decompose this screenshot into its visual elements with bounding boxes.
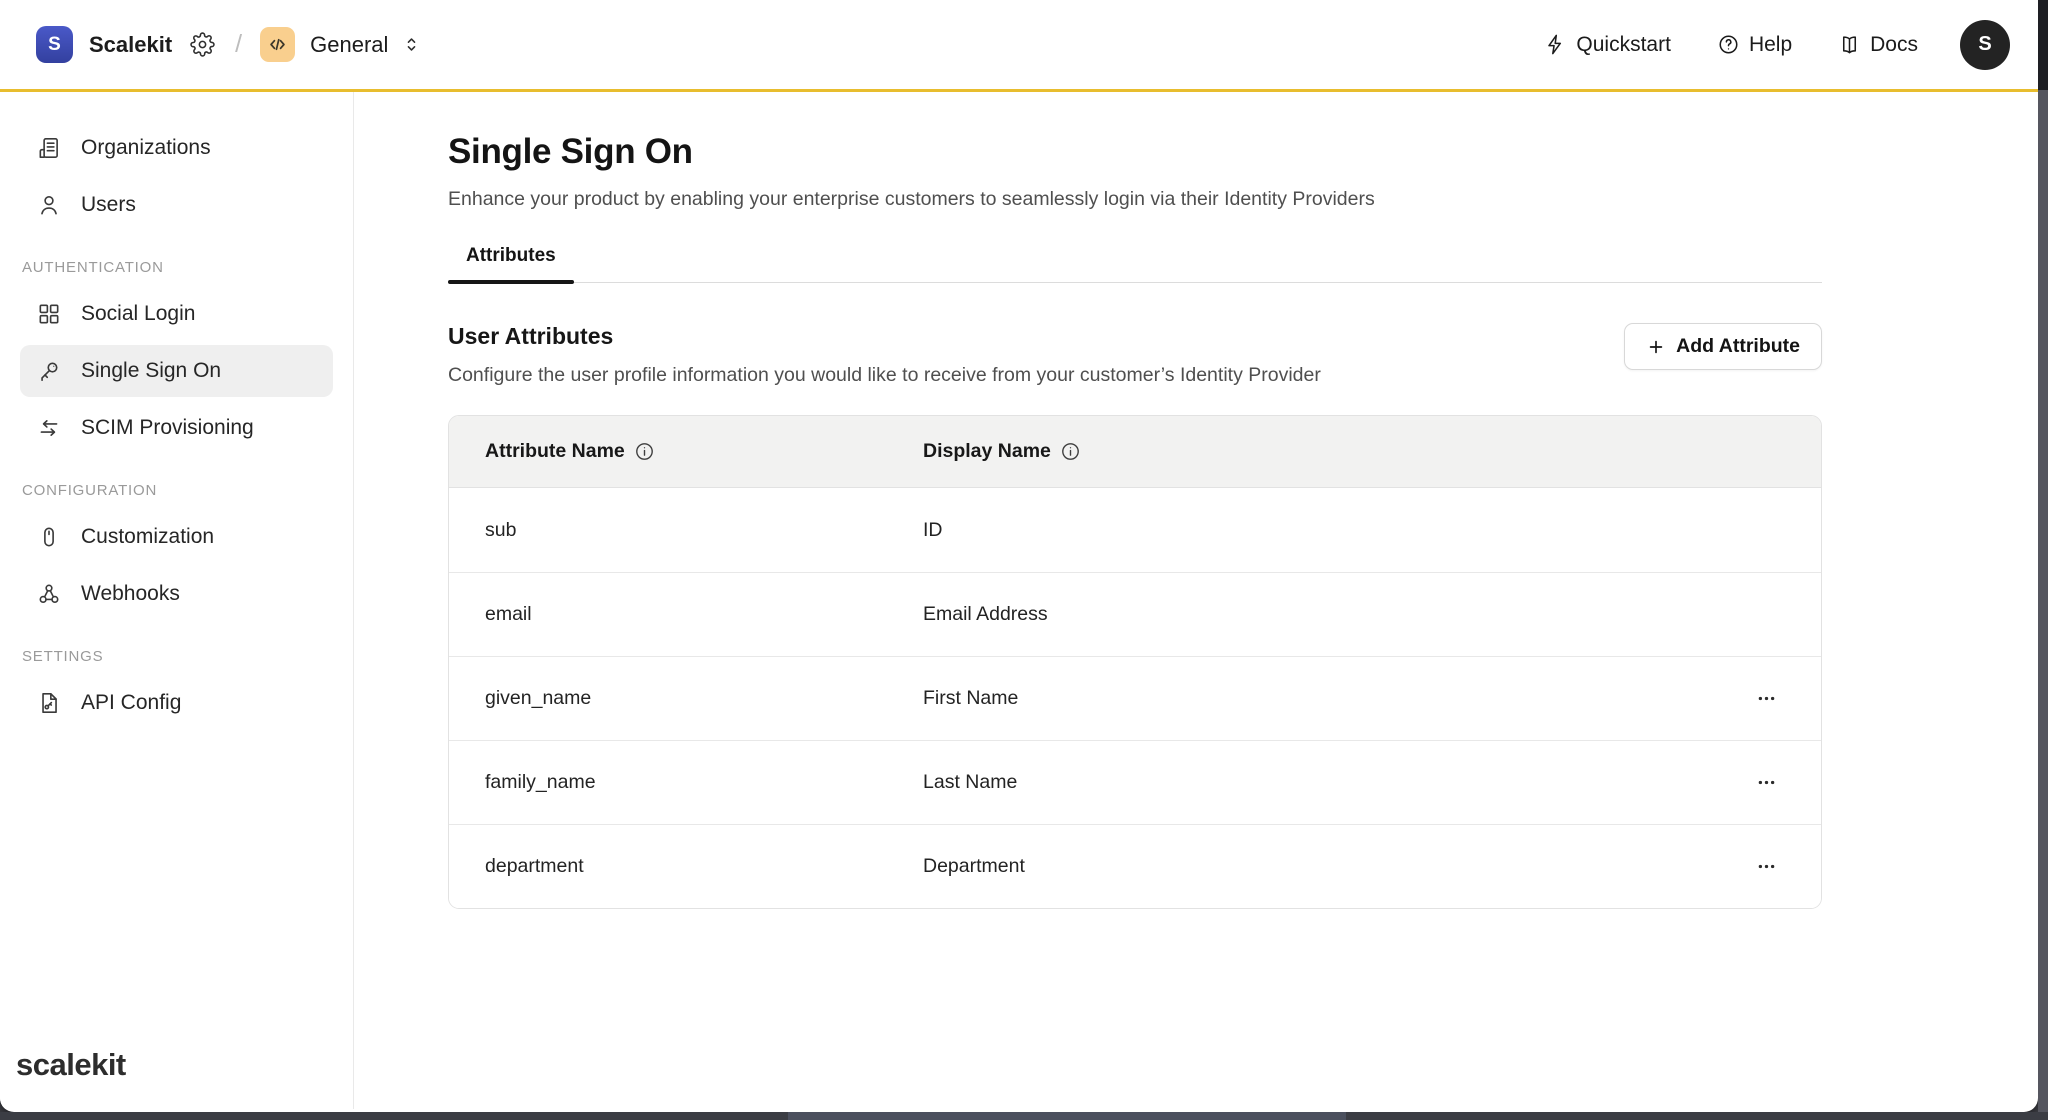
breadcrumb-separator: / xyxy=(235,30,242,59)
sidebar-item-label: Users xyxy=(81,193,136,217)
sidebar-item-social-login[interactable]: Social Login xyxy=(20,288,333,340)
desktop-edge-bottom-highlight xyxy=(788,1112,1346,1120)
row-menu-ellipsis-icon[interactable] xyxy=(1752,684,1781,713)
info-icon[interactable] xyxy=(634,441,655,462)
attribute-name-cell: department xyxy=(449,855,923,878)
environment-chip[interactable] xyxy=(260,27,295,62)
open-book-icon xyxy=(1838,33,1861,56)
desktop-edge-right xyxy=(2038,90,2048,1120)
webhooks-icon xyxy=(36,581,62,607)
display-name-cell: First Name xyxy=(923,687,1725,710)
attribute-name-cell: given_name xyxy=(449,687,923,710)
section-heading: User Attributes xyxy=(448,323,1321,350)
row-menu-ellipsis-icon[interactable] xyxy=(1752,852,1781,881)
sidebar-item-organizations[interactable]: Organizations xyxy=(20,122,333,174)
table-row: given_name First Name xyxy=(449,656,1821,740)
api-config-file-icon xyxy=(36,690,62,716)
main-content: Single Sign On Enhance your product by e… xyxy=(354,92,2038,1109)
display-name-cell: Email Address xyxy=(923,603,1725,626)
sidebar-item-api-config[interactable]: API Config xyxy=(20,677,333,729)
help-circle-icon xyxy=(1717,33,1740,56)
table-row: sub ID xyxy=(449,488,1821,572)
quickstart-button[interactable]: Quickstart xyxy=(1544,33,1671,57)
display-name-cell: Last Name xyxy=(923,771,1725,794)
table-row: department Department xyxy=(449,824,1821,908)
sidebar-section-settings: SETTINGS xyxy=(22,648,333,665)
sidebar-item-webhooks[interactable]: Webhooks xyxy=(20,568,333,620)
sidebar-item-scim-provisioning[interactable]: SCIM Provisioning xyxy=(20,402,333,454)
page-title: Single Sign On xyxy=(448,132,1822,172)
attribute-name-cell: sub xyxy=(449,519,923,542)
display-name-cell: Department xyxy=(923,855,1725,878)
table-row: family_name Last Name xyxy=(449,740,1821,824)
sidebar-item-single-sign-on[interactable]: Single Sign On xyxy=(20,345,333,397)
help-button[interactable]: Help xyxy=(1717,33,1792,57)
sidebar-item-label: Customization xyxy=(81,525,214,549)
workspace-settings-gear-icon[interactable] xyxy=(190,32,215,57)
sso-key-icon xyxy=(36,358,62,384)
sidebar-section-authentication: AUTHENTICATION xyxy=(22,259,333,276)
plus-icon xyxy=(1646,337,1666,357)
workspace-logo[interactable]: S xyxy=(36,26,73,63)
table-header-row: Attribute Name Display Name xyxy=(449,416,1821,488)
column-header-attribute-name: Attribute Name xyxy=(449,440,923,463)
environment-switcher-chevrons-icon[interactable] xyxy=(401,34,422,55)
sidebar-item-label: Webhooks xyxy=(81,582,180,606)
social-login-grid-icon xyxy=(36,301,62,327)
code-icon xyxy=(266,33,289,56)
users-icon xyxy=(36,192,62,218)
column-header-display-name: Display Name xyxy=(923,440,1725,463)
sidebar-item-label: SCIM Provisioning xyxy=(81,416,254,440)
docs-button[interactable]: Docs xyxy=(1838,33,1918,57)
tab-attributes[interactable]: Attributes xyxy=(448,245,574,282)
sidebar-item-users[interactable]: Users xyxy=(20,179,333,231)
section-description: Configure the user profile information y… xyxy=(448,364,1321,387)
info-icon[interactable] xyxy=(1060,441,1081,462)
attribute-name-cell: family_name xyxy=(449,771,923,794)
scim-sync-arrows-icon xyxy=(36,415,62,441)
user-avatar[interactable]: S xyxy=(1960,20,2010,70)
sidebar-item-label: API Config xyxy=(81,691,181,715)
page-subtitle: Enhance your product by enabling your en… xyxy=(448,188,1822,211)
desktop-edge-right-top xyxy=(2038,0,2048,90)
sidebar: Organizations Users AUTHENTICATION Socia… xyxy=(0,92,354,1109)
user-attributes-table: Attribute Name Display Name xyxy=(448,415,1822,909)
sidebar-item-customization[interactable]: Customization xyxy=(20,511,333,563)
display-name-cell: ID xyxy=(923,519,1725,542)
app-window: S Scalekit / General xyxy=(0,0,2038,1112)
environment-name[interactable]: General xyxy=(310,32,388,58)
workspace-name: Scalekit xyxy=(89,32,172,58)
sidebar-item-label: Organizations xyxy=(81,136,211,160)
organizations-icon xyxy=(36,135,62,161)
sidebar-section-configuration: CONFIGURATION xyxy=(22,482,333,499)
sidebar-item-label: Single Sign On xyxy=(81,359,221,383)
tab-bar: Attributes xyxy=(448,245,1822,283)
row-menu-ellipsis-icon[interactable] xyxy=(1752,768,1781,797)
top-bar: S Scalekit / General xyxy=(0,0,2038,92)
lightning-bolt-icon xyxy=(1544,33,1567,56)
scalekit-wordmark: scalekit xyxy=(16,1047,126,1083)
table-row: email Email Address xyxy=(449,572,1821,656)
add-attribute-button[interactable]: Add Attribute xyxy=(1624,323,1822,370)
customization-icon xyxy=(36,524,62,550)
sidebar-item-label: Social Login xyxy=(81,302,195,326)
attribute-name-cell: email xyxy=(449,603,923,626)
